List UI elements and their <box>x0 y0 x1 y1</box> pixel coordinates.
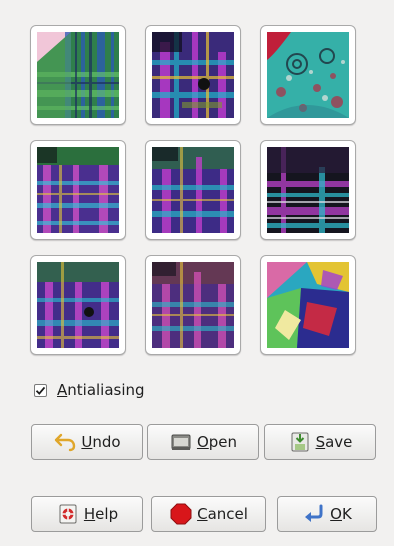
variation-grid <box>30 25 360 360</box>
save-disk-icon <box>288 430 312 454</box>
variation-preview-3 <box>267 32 349 118</box>
variation-tile-6[interactable] <box>260 140 356 240</box>
antialiasing-checkbox[interactable] <box>34 383 47 397</box>
variation-preview-4 <box>37 147 119 233</box>
help-lifebuoy-icon <box>56 502 80 526</box>
return-arrow-icon <box>302 502 326 526</box>
stop-icon <box>169 502 193 526</box>
variation-tile-5[interactable] <box>145 140 241 240</box>
open-button[interactable]: Open <box>147 424 259 460</box>
checkmark-icon <box>35 386 46 395</box>
cancel-button[interactable]: Cancel <box>151 496 266 532</box>
undo-arrow-icon <box>53 430 77 454</box>
variation-preview-8 <box>152 262 234 348</box>
variation-tile-3[interactable] <box>260 25 356 125</box>
save-button-label: Save <box>315 433 353 451</box>
open-folder-icon <box>169 430 193 454</box>
save-button[interactable]: Save <box>264 424 376 460</box>
variation-preview-2 <box>152 32 234 118</box>
undo-button[interactable]: Undo <box>31 424 143 460</box>
variation-preview-7 <box>37 262 119 348</box>
variation-preview-5 <box>152 147 234 233</box>
variation-tile-1[interactable] <box>30 25 126 125</box>
undo-button-label: Undo <box>81 433 121 451</box>
variation-preview-6 <box>267 147 349 233</box>
variation-preview-9 <box>267 262 349 348</box>
variation-tile-9[interactable] <box>260 255 356 355</box>
variation-preview-1 <box>37 32 119 118</box>
cancel-button-label: Cancel <box>197 505 248 523</box>
help-button[interactable]: Help <box>31 496 143 532</box>
variation-tile-8[interactable] <box>145 255 241 355</box>
help-button-label: Help <box>83 505 119 523</box>
antialiasing-option[interactable]: Antialiasing <box>34 381 145 399</box>
ok-button-label: OK <box>330 505 352 523</box>
antialiasing-label: Antialiasing <box>57 381 145 399</box>
variation-tile-2[interactable] <box>145 25 241 125</box>
open-button-label: Open <box>196 433 238 451</box>
variation-tile-7[interactable] <box>30 255 126 355</box>
ok-button[interactable]: OK <box>277 496 377 532</box>
variation-tile-4[interactable] <box>30 140 126 240</box>
